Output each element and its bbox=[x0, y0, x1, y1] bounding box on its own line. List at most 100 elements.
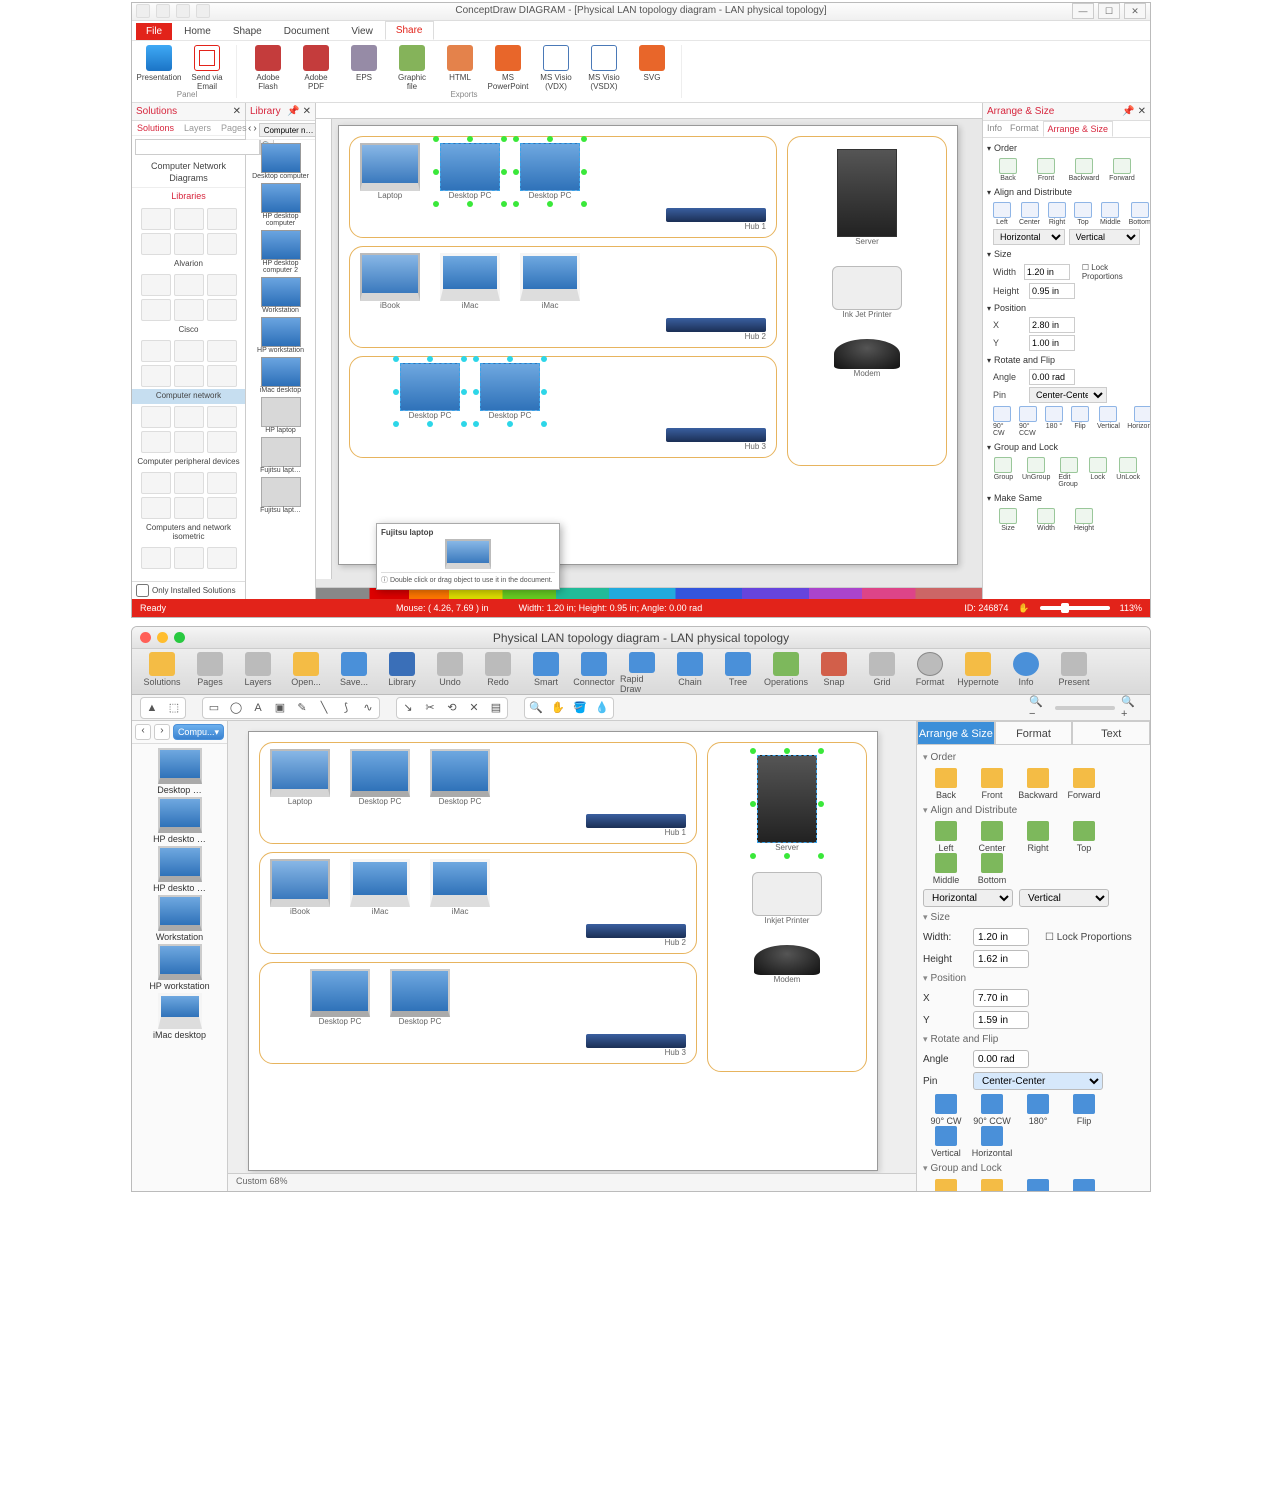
sec-order[interactable]: Order bbox=[987, 140, 1146, 156]
btn-forward[interactable]: Forward bbox=[1107, 158, 1137, 182]
tool-ellipse[interactable]: ◯ bbox=[226, 699, 246, 717]
btn-flip[interactable]: Flip bbox=[1071, 406, 1089, 437]
lib-item[interactable]: HP workstation bbox=[139, 944, 221, 991]
qat-redo-icon[interactable] bbox=[176, 4, 190, 18]
shape-desktop[interactable]: Desktop PC bbox=[430, 749, 490, 806]
btn-flip-v[interactable]: Vertical bbox=[923, 1126, 969, 1158]
lib-item[interactable]: HP desktop computer bbox=[251, 182, 311, 228]
btn-vdx[interactable]: MS Visio (VDX) bbox=[535, 45, 577, 91]
btn-align-bottom[interactable]: Bottom bbox=[1129, 202, 1150, 226]
tb-snap[interactable]: Snap bbox=[812, 652, 856, 694]
close-button[interactable]: ✕ bbox=[1124, 3, 1146, 19]
tb-format[interactable]: Format bbox=[908, 652, 952, 694]
tool-zoom[interactable]: 🔍 bbox=[526, 699, 546, 717]
shape-desktop[interactable]: Desktop PC bbox=[390, 969, 450, 1026]
tab-home[interactable]: Home bbox=[174, 23, 221, 40]
tb-redo[interactable]: Redo bbox=[476, 652, 520, 694]
zoom-dot[interactable] bbox=[174, 632, 185, 643]
lib-item[interactable]: Fujitsu lapt… bbox=[251, 436, 311, 475]
btn-align-middle[interactable]: Middle bbox=[1100, 202, 1121, 226]
rp-tab-arrange[interactable]: Arrange & Size bbox=[1043, 121, 1114, 137]
tool-line[interactable]: ╲ bbox=[314, 699, 334, 717]
shape-laptop[interactable]: Laptop bbox=[270, 749, 330, 806]
tab-view[interactable]: View bbox=[341, 23, 383, 40]
shape-hub[interactable] bbox=[586, 924, 686, 938]
shape-desktop-selected[interactable]: Desktop PC bbox=[520, 143, 580, 200]
shape-laptop[interactable]: Laptop bbox=[360, 143, 420, 200]
tb-undo[interactable]: Undo bbox=[428, 652, 472, 694]
tool-rotate[interactable]: ⟲ bbox=[442, 699, 462, 717]
btn-unlock[interactable]: UnLock bbox=[1061, 1179, 1107, 1192]
btn-align-center[interactable]: Center bbox=[1019, 202, 1040, 226]
tb-pages[interactable]: Pages bbox=[188, 652, 232, 694]
lib-back-icon[interactable]: ‹ bbox=[248, 123, 251, 137]
zoom-slider[interactable] bbox=[1055, 706, 1115, 710]
shape-hub[interactable] bbox=[666, 318, 766, 332]
btn-lock[interactable]: Lock bbox=[1087, 457, 1108, 488]
lib-cat-selected[interactable]: Computer network bbox=[132, 389, 245, 404]
hand-icon[interactable]: ✋ bbox=[1018, 603, 1029, 614]
only-installed-check[interactable] bbox=[136, 584, 149, 597]
sec-group[interactable]: Group and Lock bbox=[987, 439, 1146, 455]
tb-operations[interactable]: Operations bbox=[764, 652, 808, 694]
sec-size[interactable]: Size bbox=[987, 246, 1146, 262]
sec-same[interactable]: Make Same bbox=[987, 490, 1146, 506]
height-input[interactable] bbox=[1029, 283, 1075, 299]
btn-unlock[interactable]: UnLock bbox=[1116, 457, 1140, 488]
zoom-in-icon[interactable]: 🔍+ bbox=[1121, 699, 1141, 717]
tb-solutions[interactable]: Solutions bbox=[140, 652, 184, 694]
solution-name[interactable]: Computer Network Diagrams bbox=[132, 158, 245, 187]
lib-item[interactable]: HP desktop computer 2 bbox=[251, 229, 311, 275]
tool-lasso[interactable]: ⬚ bbox=[164, 699, 184, 717]
shape-desktop[interactable]: Desktop PC bbox=[350, 749, 410, 806]
btn-pdf[interactable]: Adobe PDF bbox=[295, 45, 337, 91]
btn-ungroup[interactable]: UnGroup bbox=[1022, 457, 1050, 488]
shape-modem[interactable]: Modem bbox=[754, 945, 820, 984]
btn-align-top[interactable]: Top bbox=[1074, 202, 1092, 226]
btn-eps[interactable]: EPS bbox=[343, 45, 385, 82]
lib-item[interactable]: Fujitsu lapt… bbox=[251, 476, 311, 515]
btn-center[interactable]: Center bbox=[969, 821, 1015, 853]
tool-connector[interactable]: ↘ bbox=[398, 699, 418, 717]
tool-arc[interactable]: ⟆ bbox=[336, 699, 356, 717]
btn-flash[interactable]: Adobe Flash bbox=[247, 45, 289, 91]
lib-fwd-icon[interactable]: › bbox=[253, 123, 256, 137]
btn-forward[interactable]: Forward bbox=[1061, 768, 1107, 800]
distrib-vert[interactable]: Vertical bbox=[1019, 889, 1109, 907]
tool-edit[interactable]: ✂ bbox=[420, 699, 440, 717]
btn-backward[interactable]: Backward bbox=[1069, 158, 1099, 182]
panel-close-icon[interactable]: ✕ bbox=[233, 106, 241, 117]
tool-textbox[interactable]: ▣ bbox=[270, 699, 290, 717]
shape-printer[interactable]: Inkjet Printer bbox=[752, 872, 822, 925]
shape-imac[interactable]: iMac bbox=[430, 859, 490, 916]
x-input[interactable] bbox=[1029, 317, 1075, 333]
tool-crop[interactable]: ✕ bbox=[464, 699, 484, 717]
tab-format[interactable]: Format bbox=[995, 721, 1073, 745]
btn-flip[interactable]: Flip bbox=[1061, 1094, 1107, 1126]
btn-flip-h[interactable]: Horizontal bbox=[1128, 406, 1150, 437]
solutions-search-input[interactable] bbox=[135, 139, 260, 155]
lib-item[interactable]: iMac desktop bbox=[139, 993, 221, 1040]
lib-cat[interactable]: Computer peripheral devices bbox=[132, 455, 245, 470]
btn-vsdx[interactable]: MS Visio (VSDX) bbox=[583, 45, 625, 91]
tb-present[interactable]: Present bbox=[1052, 652, 1096, 694]
angle-input[interactable] bbox=[1029, 369, 1075, 385]
zoom-slider[interactable] bbox=[1040, 606, 1110, 610]
btn-front[interactable]: Front bbox=[969, 768, 1015, 800]
btn-group[interactable]: Group bbox=[993, 457, 1014, 488]
panel-pin-icon[interactable]: 📌 ✕ bbox=[287, 106, 311, 117]
lib-cat[interactable]: Cisco bbox=[132, 323, 245, 338]
lib-cat[interactable]: Alvarion bbox=[132, 257, 245, 272]
height-input[interactable] bbox=[973, 950, 1029, 968]
tb-hypernote[interactable]: Hypernote bbox=[956, 652, 1000, 694]
tool-fill[interactable]: 🪣 bbox=[570, 699, 590, 717]
btn-align-left[interactable]: Left bbox=[993, 202, 1011, 226]
x-input[interactable] bbox=[973, 989, 1029, 1007]
shape-server[interactable]: Server bbox=[837, 149, 897, 246]
btn-lock[interactable]: Lock bbox=[1015, 1179, 1061, 1192]
sec-group[interactable]: Group and Lock bbox=[923, 1160, 1144, 1177]
tool-eyedrop[interactable]: 💧 bbox=[592, 699, 612, 717]
btn-90ccw[interactable]: 90° CCW bbox=[1019, 406, 1037, 437]
distrib-horiz[interactable]: Horizontal bbox=[923, 889, 1013, 907]
shape-modem[interactable]: Modem bbox=[834, 339, 900, 378]
